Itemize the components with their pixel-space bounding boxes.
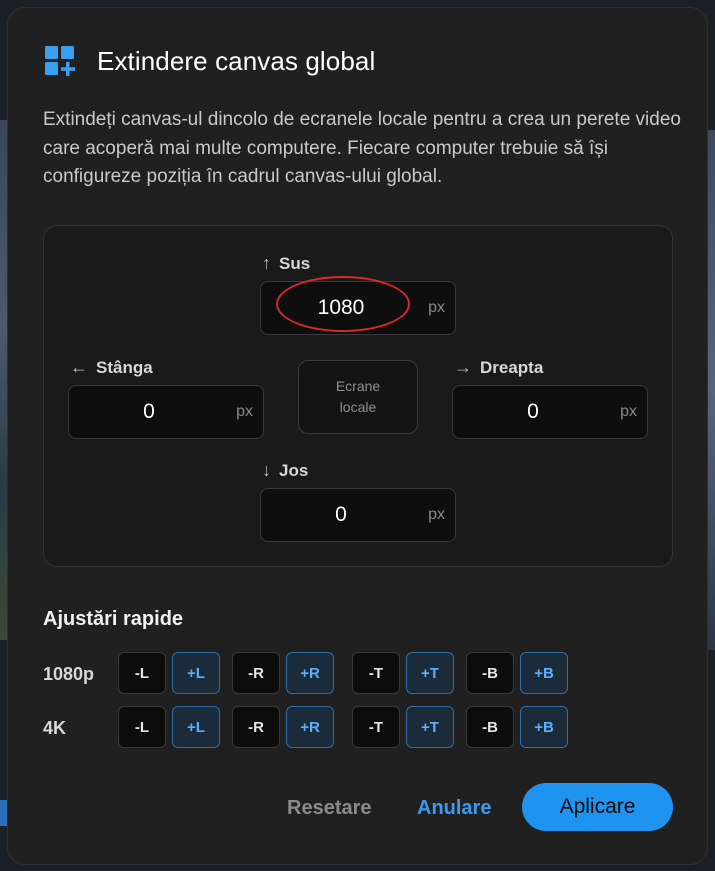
top-label: Sus <box>279 253 311 273</box>
quick-4k-plus-bottom-button[interactable]: +B <box>520 706 568 748</box>
quick-1080p-minus-left-button[interactable]: -L <box>118 652 166 694</box>
dialog-description: Extindeți canvas-ul dincolo de ecranele … <box>43 109 681 187</box>
top-offset-field[interactable]: 1080 px <box>260 276 456 335</box>
arrow-left-icon: ← <box>70 357 88 377</box>
arrow-down-icon: ↓ <box>262 460 271 480</box>
top-offset-unit: px <box>428 299 445 316</box>
quick-adjust-title: Ajustări rapide <box>43 608 184 630</box>
cancel-button[interactable]: Anulare <box>417 797 491 820</box>
bottom-label: Jos <box>279 460 309 480</box>
quick-1080p-plus-bottom-button[interactable]: +B <box>520 652 568 694</box>
right-offset-unit: px <box>620 403 637 420</box>
quick-1080p-plus-top-button[interactable]: +T <box>406 652 454 694</box>
local-screens-line1: Ecrane <box>335 378 381 394</box>
reset-button[interactable]: Resetare <box>287 797 372 820</box>
bottom-offset-unit: px <box>428 506 445 523</box>
right-offset-field[interactable]: 0 px <box>452 385 648 439</box>
quick-1080p-plus-left-button[interactable]: +L <box>172 652 220 694</box>
extend-canvas-dialog: Extindere canvas global Extindeți canvas… <box>7 7 708 865</box>
quick-1080p-minus-right-button[interactable]: -R <box>232 652 280 694</box>
right-label: Dreapta <box>480 357 544 377</box>
bottom-offset-field[interactable]: 0 px <box>260 488 456 542</box>
quick-4k-plus-right-button[interactable]: +R <box>286 706 334 748</box>
local-screens-box: Ecrane locale <box>298 360 418 434</box>
right-offset-value[interactable]: 0 <box>453 386 613 438</box>
bottom-offset-value[interactable]: 0 <box>261 489 421 541</box>
quick-row-label-4k: 4K <box>43 718 67 738</box>
quick-4k-plus-top-button[interactable]: +T <box>406 706 454 748</box>
quick-4k-plus-left-button[interactable]: +L <box>172 706 220 748</box>
arrow-right-icon: → <box>454 357 472 377</box>
quick-4k-minus-left-button[interactable]: -L <box>118 706 166 748</box>
top-offset-value[interactable]: 1080 <box>261 282 421 334</box>
left-label-group: ← Stânga <box>70 357 153 378</box>
local-screens-line2: locale <box>339 399 377 415</box>
arrow-up-icon: ↑ <box>262 253 271 273</box>
quick-1080p-minus-top-button[interactable]: -T <box>352 652 400 694</box>
bottom-label-group: ↓ Jos <box>262 460 308 481</box>
left-label: Stânga <box>96 357 153 377</box>
right-label-group: → Dreapta <box>454 357 543 378</box>
quick-1080p-plus-right-button[interactable]: +R <box>286 652 334 694</box>
left-offset-field[interactable]: 0 px <box>68 385 264 439</box>
top-label-group: ↑ Sus <box>262 253 310 274</box>
quick-1080p-minus-bottom-button[interactable]: -B <box>466 652 514 694</box>
grid-add-icon <box>45 46 75 76</box>
quick-row-label-1080p: 1080p <box>43 664 95 684</box>
left-offset-value[interactable]: 0 <box>69 386 229 438</box>
quick-4k-minus-bottom-button[interactable]: -B <box>466 706 514 748</box>
quick-4k-minus-top-button[interactable]: -T <box>352 706 400 748</box>
canvas-extension-panel: ↑ Sus 1080 px ← Stânga 0 px Ecrane local… <box>43 225 673 567</box>
dialog-title: Extindere canvas global <box>97 46 376 76</box>
quick-4k-minus-right-button[interactable]: -R <box>232 706 280 748</box>
apply-button[interactable]: Aplicare <box>522 783 673 831</box>
left-offset-unit: px <box>236 403 253 420</box>
